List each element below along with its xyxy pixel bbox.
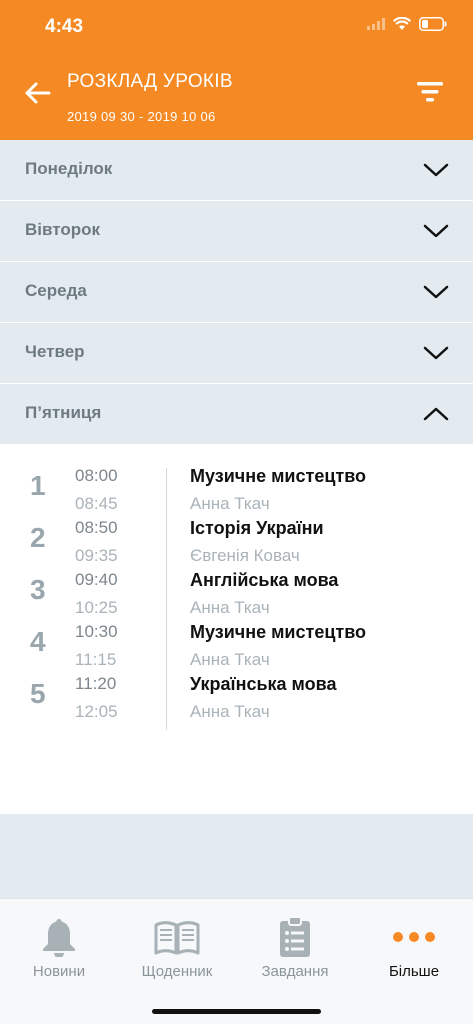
day-row-monday[interactable]: Понеділок xyxy=(0,140,473,201)
schedule-screen: 4:43 РОЗКЛАД УРОКІВ 2019 09 30 - 2019 10… xyxy=(0,0,473,1024)
chevron-up-icon xyxy=(421,401,451,427)
lesson-subject: Музичне мистецтво xyxy=(190,466,367,486)
lesson-end-time: 12:05 xyxy=(75,702,118,721)
lesson-item[interactable]: 1 08:00 08:45 Музичне мистецтво Анна Тка… xyxy=(0,464,473,516)
lesson-teacher: Анна Ткач xyxy=(190,598,270,617)
lesson-end-time: 08:45 xyxy=(75,494,118,513)
lesson-teacher: Анна Ткач xyxy=(190,494,270,513)
tab-news[interactable]: Новини xyxy=(4,917,114,987)
lesson-item[interactable]: 4 10:30 11:15 Музичне мистецтво Анна Тка… xyxy=(0,620,473,672)
wifi-icon xyxy=(393,16,411,36)
day-row-wednesday[interactable]: Середа xyxy=(0,262,473,323)
lesson-subject: Історія України xyxy=(190,518,324,538)
lesson-start-time: 08:50 xyxy=(75,518,118,537)
tab-label: Більше xyxy=(388,963,440,980)
status-icons xyxy=(367,16,447,36)
date-range: 2019 09 30 - 2019 10 06 xyxy=(67,109,216,124)
filter-button[interactable] xyxy=(415,80,445,108)
lesson-start-time: 10:30 xyxy=(75,622,118,641)
tab-diary[interactable]: Щоденник xyxy=(122,917,232,987)
lesson-start-time: 09:40 xyxy=(75,570,118,589)
back-button[interactable] xyxy=(18,76,56,114)
tab-label: Новини xyxy=(32,963,86,980)
day-row-friday[interactable]: П’ятниця xyxy=(0,384,473,444)
lesson-number: 5 xyxy=(30,678,46,709)
tab-more[interactable]: Більше xyxy=(359,917,469,987)
chevron-down-icon xyxy=(421,340,451,366)
lesson-teacher: Анна Ткач xyxy=(190,650,270,669)
header: 4:43 РОЗКЛАД УРОКІВ 2019 09 30 - 2019 10… xyxy=(0,0,473,140)
tab-label: Завдання xyxy=(261,963,329,980)
day-label: Понеділок xyxy=(25,159,113,178)
lesson-number: 1 xyxy=(30,470,46,501)
day-row-tuesday[interactable]: Вівторок xyxy=(0,201,473,262)
lesson-number: 3 xyxy=(30,574,46,605)
tab-bar: Новини Щоденник Завдання Більше xyxy=(0,898,473,1024)
lesson-teacher: Анна Ткач xyxy=(190,702,270,721)
lesson-number: 2 xyxy=(30,522,46,553)
day-row-thursday[interactable]: Четвер xyxy=(0,323,473,384)
signal-icon xyxy=(367,17,385,35)
day-label: Четвер xyxy=(25,342,85,361)
bell-icon xyxy=(4,917,114,957)
lesson-start-time: 08:00 xyxy=(75,466,118,485)
chevron-down-icon xyxy=(421,218,451,244)
lesson-start-time: 11:20 xyxy=(75,674,117,693)
day-label: Середа xyxy=(25,281,87,300)
status-time: 4:43 xyxy=(45,16,84,37)
lesson-item[interactable]: 3 09:40 10:25 Англійська мова Анна Ткач xyxy=(0,568,473,620)
list-footer-band xyxy=(0,814,473,898)
lesson-item[interactable]: 5 11:20 12:05 Українська мова Анна Ткач xyxy=(0,672,473,724)
lesson-item[interactable]: 2 08:50 09:35 Історія України Євгенія Ко… xyxy=(0,516,473,568)
chevron-down-icon xyxy=(421,279,451,305)
lesson-subject: Українська мова xyxy=(190,674,337,694)
more-dots-icon xyxy=(359,917,469,957)
lesson-end-time: 10:25 xyxy=(75,598,118,617)
day-label: Вівторок xyxy=(25,220,100,239)
filter-icon xyxy=(417,81,443,108)
home-indicator xyxy=(152,1009,321,1014)
lesson-subject: Музичне мистецтво xyxy=(190,622,367,642)
tab-label: Щоденник xyxy=(141,963,213,980)
chevron-down-icon xyxy=(421,157,451,183)
arrow-left-icon xyxy=(23,81,51,110)
lesson-number: 4 xyxy=(30,626,46,657)
clipboard-icon xyxy=(240,916,350,957)
lesson-list: 1 08:00 08:45 Музичне мистецтво Анна Тка… xyxy=(0,444,473,814)
lesson-teacher: Євгенія Ковач xyxy=(190,546,300,565)
page-title: РОЗКЛАД УРОКІВ xyxy=(67,71,233,92)
day-label: П’ятниця xyxy=(25,403,102,422)
book-icon xyxy=(122,917,232,957)
battery-icon xyxy=(419,16,447,36)
tab-tasks[interactable]: Завдання xyxy=(240,916,350,987)
lesson-end-time: 11:15 xyxy=(75,650,117,669)
lesson-end-time: 09:35 xyxy=(75,546,118,565)
lesson-subject: Англійська мова xyxy=(190,570,339,590)
